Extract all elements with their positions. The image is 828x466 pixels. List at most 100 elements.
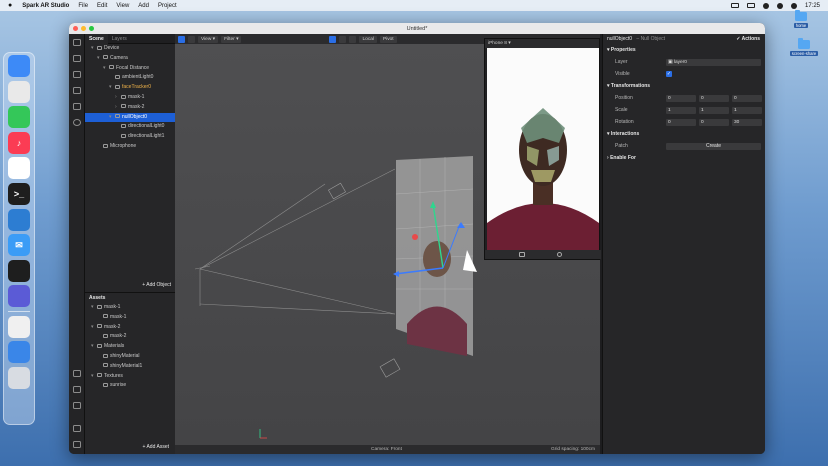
tree-item[interactable]: ▾ mask-1: [85, 303, 175, 313]
tree-item[interactable]: ▾ Camera: [85, 54, 175, 64]
tree-item[interactable]: ▾ Device: [85, 44, 175, 54]
battery-icon[interactable]: [746, 3, 755, 8]
terminal-icon[interactable]: >_: [8, 182, 30, 205]
transformations-section[interactable]: ▾ Transformations: [603, 80, 765, 92]
tree-item[interactable]: mask-2: [85, 332, 175, 342]
filter-dropdown[interactable]: Filter ▾: [221, 35, 242, 43]
menu-add[interactable]: Add: [138, 3, 149, 9]
close-window-icon[interactable]: [73, 26, 78, 31]
camera-panel-icon[interactable]: [73, 55, 81, 62]
tree-item[interactable]: › mask-2: [85, 103, 175, 113]
tree-item[interactable]: directionalLight1: [85, 132, 175, 142]
upload-icon[interactable]: [73, 370, 81, 377]
scale-x-field[interactable]: 1: [666, 106, 696, 114]
control-center-icon[interactable]: [790, 2, 797, 9]
tweetbot-icon[interactable]: [8, 341, 30, 364]
figma-icon[interactable]: [8, 259, 30, 282]
tree-item[interactable]: ambientLight0: [85, 73, 175, 83]
menu-clock[interactable]: 17:25: [805, 3, 820, 9]
zoom-window-icon[interactable]: [89, 26, 94, 31]
menu-app-name[interactable]: Spark AR Studio: [22, 3, 69, 9]
console-icon[interactable]: [73, 441, 81, 448]
tree-item[interactable]: ▾ Materials: [85, 342, 175, 352]
slack-icon[interactable]: [8, 157, 30, 180]
tree-item[interactable]: sunrise: [85, 381, 175, 391]
object-type-icon: [97, 373, 102, 378]
move-tool-icon[interactable]: [329, 35, 337, 43]
mail-icon[interactable]: ✉: [8, 234, 30, 257]
trash-icon[interactable]: [8, 366, 30, 389]
menu-view[interactable]: View: [116, 3, 129, 9]
scale-tool-icon[interactable]: [349, 35, 357, 43]
menu-project[interactable]: Project: [158, 3, 177, 9]
patch-editor-icon[interactable]: [73, 87, 81, 94]
view-2d-toggle[interactable]: [188, 35, 195, 43]
tree-item[interactable]: ▾ faceTracker0: [85, 83, 175, 93]
refresh-icon[interactable]: [557, 252, 562, 257]
minimize-window-icon[interactable]: [81, 26, 86, 31]
tree-item[interactable]: ▾ Focal Distance: [85, 64, 175, 74]
tree-item[interactable]: › mask-1: [85, 93, 175, 103]
view-dropdown[interactable]: View ▾: [198, 35, 219, 43]
tree-item[interactable]: shinyMaterial: [85, 352, 175, 362]
desktop-home-folder[interactable]: home: [784, 10, 818, 28]
apple-menu-icon[interactable]: ●: [8, 2, 12, 9]
interactions-section[interactable]: ▾ Interactions: [603, 128, 765, 140]
tree-item[interactable]: ▾ nullObject0: [85, 112, 175, 123]
menu-file[interactable]: File: [78, 3, 88, 9]
tree-item[interactable]: shinyMaterial1: [85, 362, 175, 372]
screen-mirror-icon[interactable]: [730, 3, 739, 8]
add-object-button[interactable]: + Add Object: [142, 282, 171, 288]
search-icon[interactable]: [776, 2, 783, 9]
rotation-x-field[interactable]: 0: [666, 118, 696, 126]
capture-icon[interactable]: [519, 252, 525, 257]
tree-item[interactable]: ▾ mask-2: [85, 323, 175, 333]
finder-icon[interactable]: [8, 55, 30, 77]
rotation-y-field[interactable]: 0: [699, 118, 729, 126]
preview-screen: [487, 48, 599, 252]
tree-item[interactable]: directionalLight0: [85, 122, 175, 132]
tab-layers[interactable]: Layers: [108, 34, 131, 44]
add-asset-button[interactable]: + Add Asset: [142, 444, 169, 450]
menu-edit[interactable]: Edit: [97, 3, 107, 9]
position-y-field[interactable]: 0: [699, 94, 729, 102]
export-icon[interactable]: [73, 386, 81, 393]
simulator-icon[interactable]: [73, 103, 81, 110]
layer-select[interactable]: ▣ layer0: [666, 58, 761, 66]
vscode-icon[interactable]: [8, 208, 30, 231]
view-3d-toggle[interactable]: [178, 35, 185, 43]
tree-item-label: Focal Distance: [116, 64, 150, 71]
spark-ar-icon[interactable]: [8, 285, 30, 308]
scene-panel-icon[interactable]: [73, 39, 81, 46]
tab-scene[interactable]: Scene: [85, 33, 108, 44]
scale-y-field[interactable]: 1: [699, 106, 729, 114]
search-icon[interactable]: [73, 119, 81, 126]
share-icon[interactable]: [73, 402, 81, 409]
pivot-toggle[interactable]: Pivot: [379, 35, 397, 43]
position-x-field[interactable]: 0: [666, 94, 696, 102]
music-icon[interactable]: ♪: [8, 131, 30, 154]
tree-item[interactable]: ▾ Textures: [85, 372, 175, 382]
device-selector[interactable]: iPhone 8 ▾: [485, 39, 599, 48]
local-toggle[interactable]: Local: [359, 35, 377, 43]
create-patch-button[interactable]: Create: [666, 142, 761, 150]
tree-item[interactable]: Microphone: [85, 142, 175, 152]
object-type-icon: [103, 55, 108, 60]
properties-title: Properties: [610, 47, 636, 53]
rotation-z-field[interactable]: 30: [732, 118, 762, 126]
chrome-icon[interactable]: [8, 80, 30, 103]
enable-for-section[interactable]: › Enable For: [603, 152, 765, 164]
properties-section[interactable]: ▾ Properties: [603, 44, 765, 56]
position-z-field[interactable]: 0: [732, 94, 762, 102]
wifi-icon[interactable]: [762, 2, 769, 9]
scale-z-field[interactable]: 1: [732, 106, 762, 114]
settings-icon[interactable]: [73, 425, 81, 432]
visible-checkbox[interactable]: ✓: [666, 71, 672, 77]
library-icon[interactable]: [73, 71, 81, 78]
actions-button[interactable]: ✓ Actions: [736, 34, 760, 44]
tree-item[interactable]: mask-1: [85, 313, 175, 323]
rotate-tool-icon[interactable]: [339, 35, 347, 43]
messages-icon[interactable]: [8, 106, 30, 129]
cleaner-icon[interactable]: [8, 315, 30, 338]
desktop-screen-share-folder[interactable]: screen-share: [787, 38, 821, 56]
